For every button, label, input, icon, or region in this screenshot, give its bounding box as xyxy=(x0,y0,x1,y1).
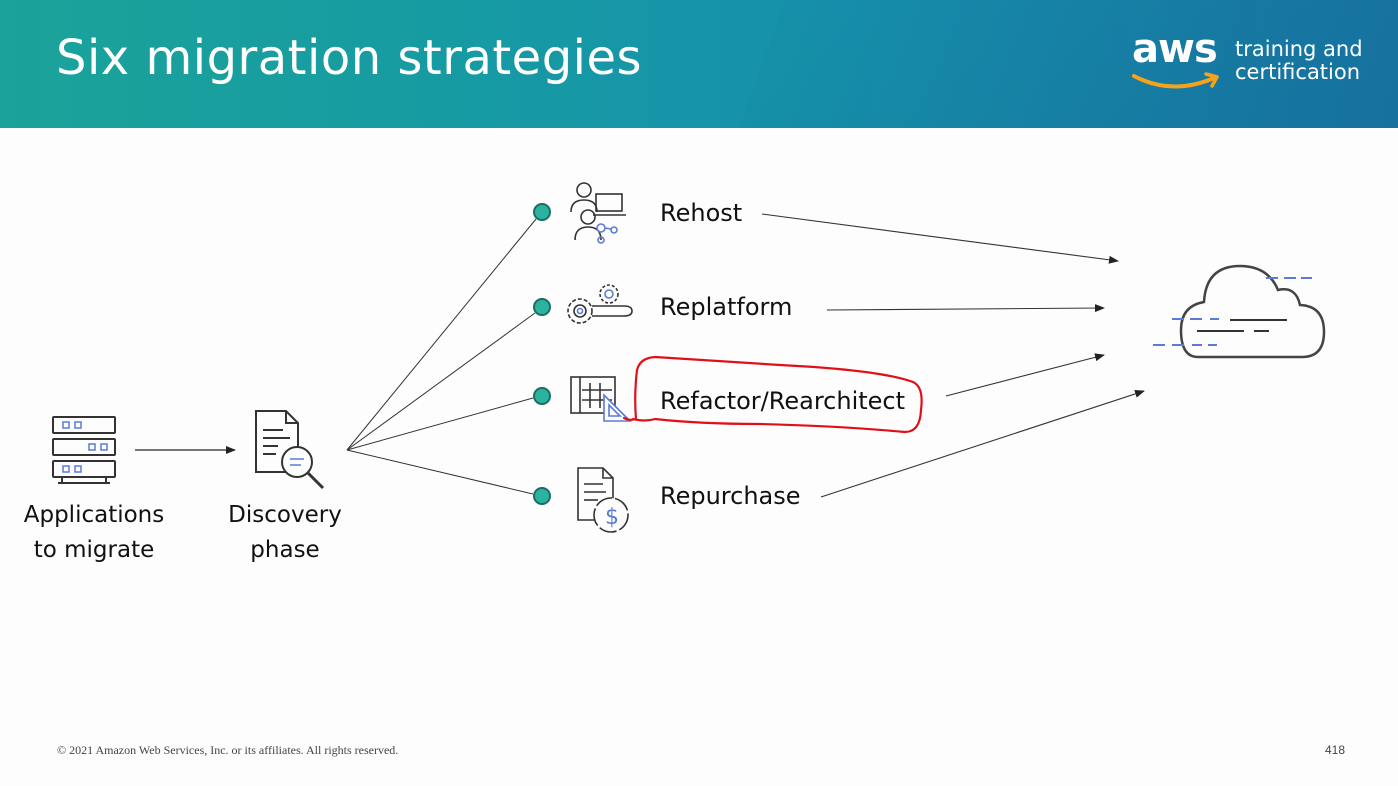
server-rack-icon xyxy=(52,416,116,484)
copyright-footer: © 2021 Amazon Web Services, Inc. or its … xyxy=(57,743,399,757)
discovery-label-line2: phase xyxy=(250,537,320,563)
page-number: 418 xyxy=(1325,743,1346,757)
dot-replatform xyxy=(533,298,551,316)
svg-text:$: $ xyxy=(605,505,619,530)
applications-label-line1: Applications xyxy=(23,502,165,528)
discovery-label-line1: Discovery xyxy=(228,502,342,528)
blueprint-icon xyxy=(570,376,632,422)
strategy-label-replatform: Replatform xyxy=(660,293,793,321)
applications-label: Applications to migrate xyxy=(14,498,174,568)
gears-wrench-icon xyxy=(567,284,633,324)
applications-label-line2: to migrate xyxy=(33,537,155,563)
dot-repurchase xyxy=(533,487,551,505)
strategy-label-repurchase: Repurchase xyxy=(660,482,801,510)
people-computer-icon xyxy=(570,182,626,244)
discovery-label: Discovery phase xyxy=(220,498,350,568)
strategy-dots xyxy=(533,203,551,505)
cloud-arrows xyxy=(761,213,1145,498)
dot-refactor xyxy=(533,387,551,405)
strategy-label-rehost: Rehost xyxy=(660,199,743,227)
document-search-icon xyxy=(255,410,325,490)
strategy-label-refactor: Refactor/Rearchitect xyxy=(660,387,906,415)
cloud-icon xyxy=(1153,264,1326,359)
document-dollar-icon: $ xyxy=(577,467,629,533)
fan-lines xyxy=(346,218,537,495)
dot-rehost xyxy=(533,203,551,221)
